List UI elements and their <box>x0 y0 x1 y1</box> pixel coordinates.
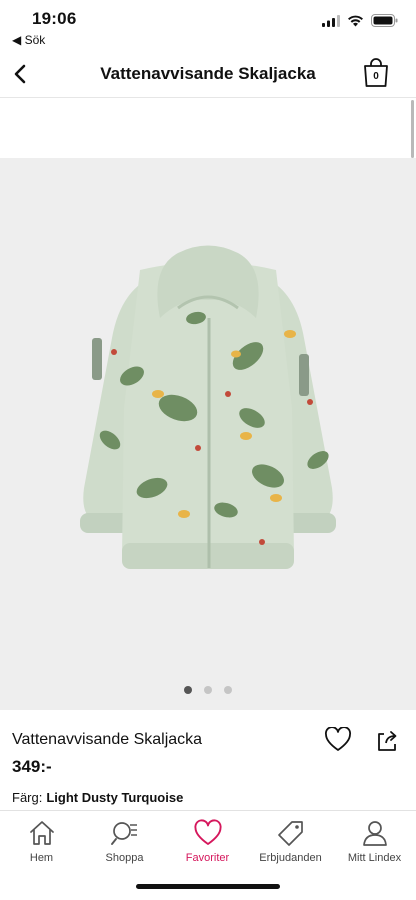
color-row: Färg: Light Dusty Turquoise <box>12 790 183 805</box>
favorite-button[interactable] <box>324 726 352 755</box>
carousel-dot-3[interactable] <box>224 686 232 694</box>
nav-item-mitt-lindex[interactable]: Mitt Lindex <box>333 819 416 864</box>
cart-button[interactable]: 0 <box>362 58 390 88</box>
carousel-dot-1[interactable] <box>184 686 192 694</box>
status-time: 19:06 <box>32 9 77 28</box>
product-image-jacket <box>80 245 336 569</box>
person-icon <box>362 821 387 846</box>
nav-label: Favoriter <box>185 852 230 864</box>
page-title: Vattenavvisande Skaljacka <box>100 64 316 83</box>
signal-icon <box>322 14 340 27</box>
color-value: Light Dusty Turquoise <box>46 790 184 805</box>
home-indicator[interactable] <box>136 884 280 889</box>
home-icon <box>29 821 54 845</box>
header: Vattenavvisande Skaljacka 0 <box>0 50 416 98</box>
nav-item-hem[interactable]: Hem <box>0 819 83 864</box>
carousel-dot-2[interactable] <box>204 686 212 694</box>
product-name: Vattenavvisande Skaljacka <box>12 731 203 748</box>
bottom-nav: Hem Shoppa Favoriter Erbjudanden Mitt Li… <box>0 810 416 878</box>
battery-icon <box>371 14 398 27</box>
tag-icon <box>277 821 303 846</box>
share-icon <box>378 731 397 751</box>
heart-icon <box>325 726 351 751</box>
nav-item-favoriter[interactable]: Favoriter <box>166 819 249 864</box>
nav-label: Mitt Lindex <box>347 852 402 864</box>
back-to-app-link[interactable]: ◀ Sök <box>12 33 45 47</box>
color-label: Färg: <box>12 790 43 805</box>
heart-icon <box>193 819 222 845</box>
search-list-icon <box>110 822 137 845</box>
wifi-icon <box>348 15 363 26</box>
cart-count: 0 <box>373 71 379 82</box>
product-price: 349:- <box>12 757 52 776</box>
status-bar: 19:06 ◀ Sök <box>0 0 416 50</box>
nav-item-shoppa[interactable]: Shoppa <box>83 819 166 864</box>
product-image-carousel[interactable] <box>0 158 416 710</box>
share-button[interactable] <box>374 728 400 754</box>
nav-item-erbjudanden[interactable]: Erbjudanden <box>249 819 332 864</box>
nav-label: Hem <box>29 852 54 864</box>
carousel-dots <box>0 686 416 694</box>
nav-label: Erbjudanden <box>259 852 322 864</box>
status-icons <box>322 14 398 27</box>
scrollbar[interactable] <box>411 100 414 158</box>
nav-label: Shoppa <box>105 852 144 864</box>
